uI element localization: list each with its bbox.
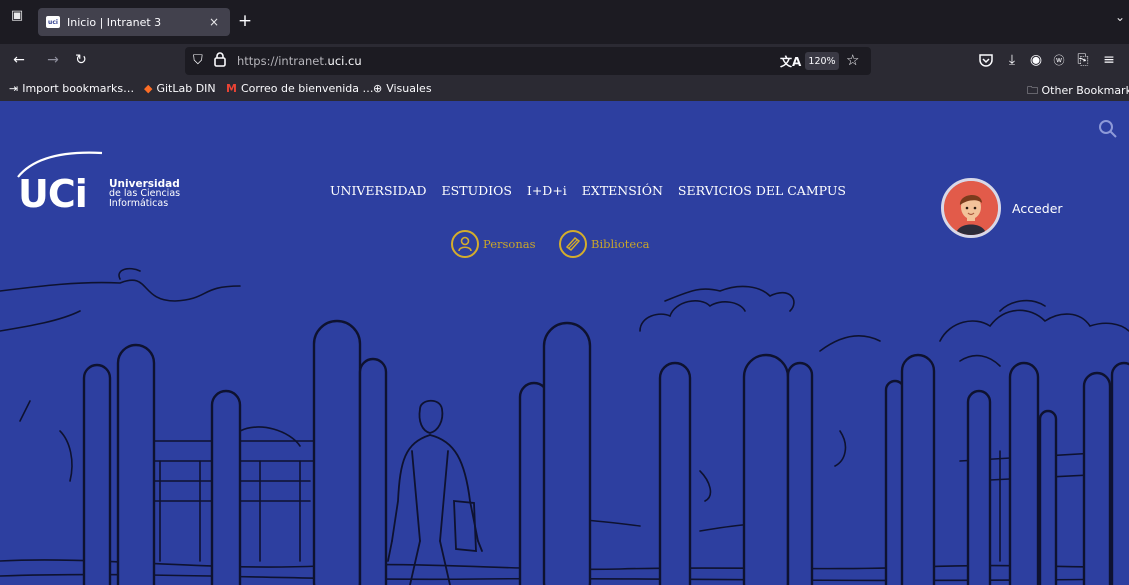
bookmark-gitlab[interactable]: ◆ GitLab DIN (144, 82, 216, 95)
logo-text: Universidad de las Ciencias Informáticas (109, 178, 181, 209)
tab-title: Inicio | Intranet 3 (67, 15, 162, 29)
page-content: UCi Universidad de las Ciencias Informát… (0, 101, 1129, 585)
browser-window: ▣ uci Inicio | Intranet 3 × + ⌄ ← → ↻ ⛉ … (0, 0, 1129, 585)
reload-icon[interactable]: ↻ (70, 49, 92, 71)
close-tab-icon[interactable]: × (206, 15, 222, 29)
tab-strip: ▣ uci Inicio | Intranet 3 × + ⌄ (0, 0, 1129, 44)
browser-tab[interactable]: uci Inicio | Intranet 3 × (38, 8, 230, 36)
bookmarks-toolbar: ⇥ Import bookmarks… ◆ GitLab DIN M Corre… (0, 78, 1129, 101)
pocket-icon[interactable] (975, 49, 997, 71)
quick-link-personas[interactable]: Personas (451, 230, 536, 258)
other-bookmarks[interactable]: 🗀 Other Bookmarks (1027, 82, 1129, 101)
favicon-icon: uci (46, 16, 60, 28)
search-icon[interactable] (1098, 119, 1118, 139)
book-icon (559, 230, 587, 258)
url-bar[interactable]: ⛉ https://intranet.uci.cu 文A 120% ☆ (185, 47, 871, 75)
navigation-toolbar: ← → ↻ ⛉ https://intranet.uci.cu 文A 120% … (0, 44, 1129, 78)
back-icon[interactable]: ← (8, 49, 30, 71)
logo-letters: UCi (18, 172, 88, 216)
lock-icon[interactable] (213, 52, 227, 71)
menu-item-servicios[interactable]: SERVICIOS DEL CAMPUS (678, 183, 846, 198)
globe-icon: ⊕ (373, 82, 383, 95)
quick-link-biblioteca[interactable]: Biblioteca (559, 230, 650, 258)
menu-item-universidad[interactable]: UNIVERSIDAD (330, 183, 427, 198)
main-menu: UNIVERSIDAD ESTUDIOS I+D+i EXTENSIÓN SER… (330, 183, 846, 198)
login-link[interactable]: Acceder (1012, 201, 1063, 216)
avatar[interactable] (941, 178, 1001, 238)
menu-item-estudios[interactable]: ESTUDIOS (442, 183, 512, 198)
new-tab-button[interactable]: + (234, 8, 256, 34)
account-icon[interactable]: ◉ (1025, 49, 1047, 71)
bookmark-import[interactable]: ⇥ Import bookmarks… (9, 82, 134, 95)
extension-icon[interactable]: ⓦ (1048, 49, 1070, 71)
chevron-down-icon[interactable]: ⌄ (1115, 10, 1125, 24)
forward-icon[interactable]: → (42, 49, 64, 71)
import-icon: ⇥ (9, 82, 19, 95)
url-text[interactable]: https://intranet.uci.cu (237, 54, 362, 68)
zoom-level[interactable]: 120% (805, 52, 839, 70)
bookmark-gmail[interactable]: M Correo de bienvenida … (226, 82, 374, 95)
gmail-icon: M (226, 82, 237, 95)
downloads-icon[interactable]: ⤓ (1001, 49, 1023, 71)
gitlab-icon: ◆ (144, 82, 153, 95)
menu-item-extension[interactable]: EXTENSIÓN (582, 183, 663, 198)
bookmark-visuales[interactable]: ⊕ Visuales (373, 82, 432, 95)
bookmark-star-icon[interactable]: ☆ (846, 51, 859, 69)
user-avatar-icon (944, 181, 998, 235)
extensions-puzzle-icon[interactable]: ⎘ (1072, 49, 1094, 71)
folder-icon: 🗀 (1027, 84, 1042, 97)
menu-item-idi[interactable]: I+D+i (527, 183, 567, 198)
tab-list-icon[interactable]: ▣ (6, 4, 28, 26)
person-icon (451, 230, 479, 258)
translate-icon[interactable]: 文A (780, 53, 801, 70)
tracking-protection-icon[interactable]: ⛉ (193, 53, 203, 68)
uci-logo[interactable]: UCi Universidad de las Ciencias Informát… (14, 149, 194, 219)
menu-icon[interactable]: ≡ (1098, 49, 1120, 71)
